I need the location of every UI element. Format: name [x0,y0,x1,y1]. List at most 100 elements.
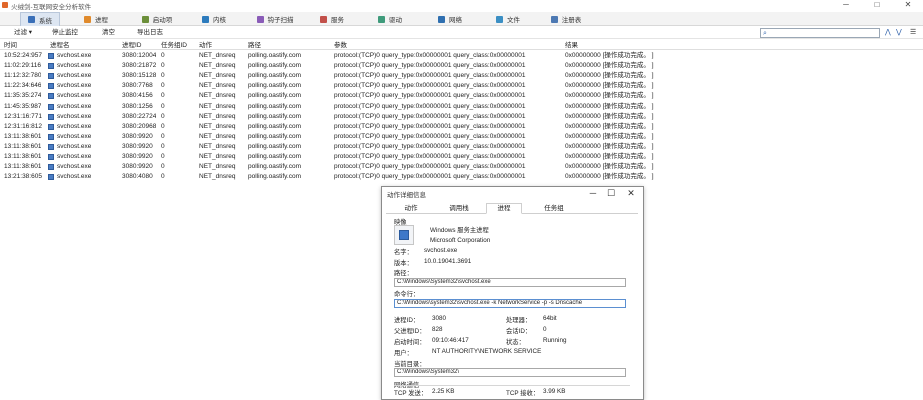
search-down-button[interactable]: ⋁ [896,28,902,38]
col-path[interactable]: 路径 [248,41,261,50]
cell-task-group-id: 0 [161,122,165,130]
dialog-tab-process[interactable]: 进程 [486,203,522,214]
table-row[interactable]: 12:31:16:812 svchost.exe 3080:20968 0 NET_dn… [0,122,923,132]
svchost-process-icon [48,83,54,90]
cell-path: polling.oastify.com [248,122,301,130]
table-row[interactable]: 13:11:38:601 svchost.exe 3080:9920 0 NET_dns… [0,132,923,142]
tcp-recv-label: TCP 接收： [506,390,540,397]
table-row[interactable]: 11:22:34:646 svchost.exe 3080:7768 0 NET_dns… [0,81,923,91]
close-button[interactable]: ✕ [897,0,919,11]
table-row[interactable]: 11:35:35:274 svchost.exe 3080:4156 0 NET_dns… [0,91,923,101]
table-row[interactable]: 11:12:32:780 svchost.exe 3080:15128 0 NET_dn… [0,71,923,81]
tab-system[interactable]: 系统 [20,12,60,26]
main-tab-strip: 系统 进程 启动项 内核 钩子扫描 服务 驱动 网络 文件 注册表 [0,12,923,26]
col-time[interactable]: 时间 [4,41,17,50]
path-field[interactable]: C:\Windows\System32\svchost.exe [394,278,626,287]
cell-path: polling.oastify.com [248,72,301,80]
cell-pid: 3080:21872 [122,62,157,70]
cell-action: NET_dnsreq [199,92,236,100]
group-divider [394,385,630,386]
stop-monitor-button[interactable]: 停止监控 [52,28,78,38]
col-pid[interactable]: 进程ID [122,41,142,50]
cwd-field[interactable]: C:\Windows\System32\ [394,368,626,377]
cell-path: polling.oastify.com [248,92,301,100]
col-action[interactable]: 动作 [199,41,212,50]
search-up-button[interactable]: ⋀ [885,28,891,38]
cell-action: NET_dnsreq [199,142,236,150]
table-row[interactable]: 13:11:38:601 svchost.exe 3080:9920 0 NET_dns… [0,162,923,172]
cell-time: 10:52:24:957 [4,52,42,59]
ppid-label: 父进程ID： [394,328,426,335]
table-header: 时间 进程名 进程ID 任务组ID 动作 路径 参数 结果 [0,41,923,50]
table-row[interactable]: 11:02:29:116 svchost.exe 3080:21872 0 NET_dn… [0,61,923,71]
cell-pid: 3080:22724 [122,112,157,120]
app-logo-icon [2,2,8,8]
tab-registry[interactable]: 注册表 [545,12,587,26]
cell-path: polling.oastify.com [248,102,301,110]
cell-result: 0x00000000 [操作成功完成。 ] [565,62,654,70]
col-process-name[interactable]: 进程名 [50,41,70,50]
dialog-maximize-button[interactable]: ☐ [602,187,620,199]
cell-path: polling.oastify.com [248,163,301,171]
dialog-close-button[interactable]: ✕ [622,187,640,199]
start-time-label: 启动时间： [394,339,426,346]
minimize-button[interactable]: ─ [835,0,857,11]
cell-process-name: svchost.exe [57,102,92,110]
table-row[interactable]: 13:21:38:605 svchost.exe 3080:4080 0 NET_dns… [0,172,923,182]
cell-action: NET_dnsreq [199,102,236,110]
cell-result: 0x00000000 [操作成功完成。 ] [565,52,654,59]
cell-time: 11:12:32:780 [4,72,42,80]
col-task-group-id[interactable]: 任务组ID [161,41,187,50]
dialog-minimize-button[interactable]: ─ [584,187,602,199]
col-result[interactable]: 结果 [565,41,578,50]
name-label: 名字： [394,249,413,256]
cell-time: 13:11:38:601 [4,153,42,160]
cell-time: 11:35:35:274 [4,92,42,100]
table-row[interactable]: 10:52:24:957 svchost.exe 3080:12004 0 NET_dn… [0,51,923,61]
arch-value: 64bit [543,315,557,322]
cwd-label: 当前目录： [394,361,426,368]
cell-result: 0x00000000 [操作成功完成。 ] [565,163,654,171]
table-row[interactable]: 13:11:38:601 svchost.exe 3080:9920 0 NET_dns… [0,152,923,162]
tab-process[interactable]: 进程 [78,12,114,26]
tab-kernel[interactable]: 内核 [196,12,232,26]
table-row[interactable]: 11:45:35:987 svchost.exe 3080:1256 0 NET_dns… [0,102,923,112]
process-info-panel: 映像 Windows 服务主进程 Microsoft Corporation 名… [388,217,638,400]
table-row[interactable]: 13:11:38:601 svchost.exe 3080:9920 0 NET_dns… [0,142,923,152]
col-params[interactable]: 参数 [334,41,347,50]
cell-path: polling.oastify.com [248,112,301,120]
cell-params: protocol:(TCP)0 query_type:0x00000001 qu… [334,62,526,70]
process-image-icon [394,225,414,245]
table-row[interactable]: 12:31:16:771 svchost.exe 3080:22724 0 NET_dn… [0,112,923,122]
svchost-process-icon [48,133,54,140]
filter-dropdown[interactable]: 过滤 ▾ [14,28,32,38]
cell-pid: 3080:20968 [122,122,157,130]
tab-files[interactable]: 文件 [490,12,526,26]
tab-label: 服务 [331,17,344,24]
cell-task-group-id: 0 [161,153,165,160]
cell-params: protocol:(TCP)0 query_type:0x00000001 qu… [334,72,526,80]
tab-startup[interactable]: 启动项 [136,12,178,26]
cell-path: polling.oastify.com [248,153,301,160]
dialog-tab-action[interactable]: 动作 [396,204,426,214]
maximize-button[interactable]: □ [866,0,888,11]
cmdline-field[interactable]: C:\Windows\system32\svchost.exe -k Netwo… [394,299,626,308]
search-input[interactable] [771,29,877,37]
search-box[interactable]: ⌕ [760,28,880,38]
tcp-send-value: 2.25 KB [432,388,455,395]
export-log-button[interactable]: 导出日志 [137,28,163,38]
cell-result: 0x00000000 [操作成功完成。 ] [565,112,654,120]
tab-drivers[interactable]: 驱动 [372,12,408,26]
tab-network[interactable]: 网络 [432,12,468,26]
cell-task-group-id: 0 [161,102,165,110]
cell-pid: 3080:4156 [122,92,153,100]
cell-task-group-id: 0 [161,163,165,171]
dialog-tab-taskgroup[interactable]: 任务组 [534,204,574,214]
clear-button[interactable]: 清空 [102,28,115,38]
dialog-tab-callstack[interactable]: 调用栈 [442,204,476,214]
cell-params: protocol:(TCP)0 query_type:0x00000001 qu… [334,122,526,130]
menu-icon[interactable]: ☰ [910,28,916,38]
tab-hook-scan[interactable]: 钩子扫描 [250,12,300,26]
tab-services[interactable]: 服务 [314,12,350,26]
cell-time: 11:02:29:116 [4,62,41,70]
